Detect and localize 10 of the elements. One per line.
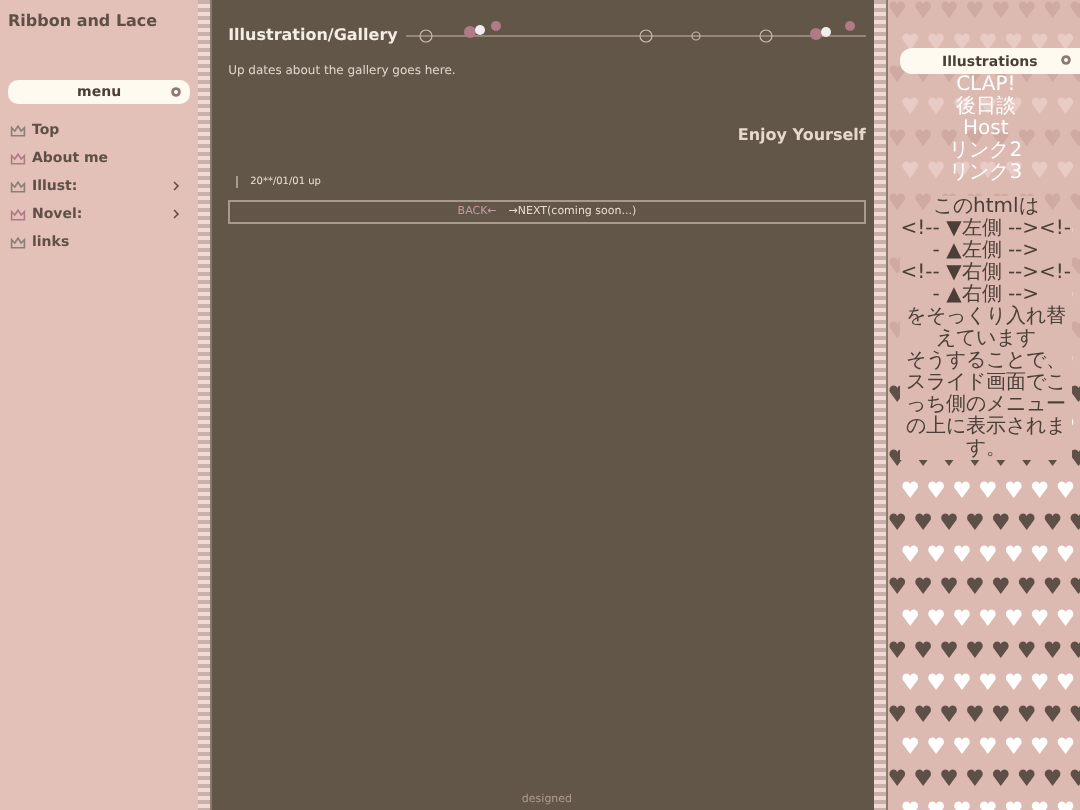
chevron-icon [172,208,181,220]
site-title[interactable]: Ribbon and Lace [0,8,199,80]
chevron-icon [172,180,181,192]
note-text: をそっくり入れ替えています [899,306,1072,350]
note-text: このhtmlは [933,196,1039,218]
note-text: そうすることで、スライド画面でこっち側のメニューの上に表示されます。 [899,350,1072,460]
page-title: Illustration/Gallery [228,25,398,43]
section-heading: Enjoy Yourself [735,126,866,144]
note-text: <!-- ▼左側 --><!-- ▲左側 --> [899,218,1072,262]
note-text: <!-- ▼右側 --><!-- ▲右側 --> [899,262,1072,306]
